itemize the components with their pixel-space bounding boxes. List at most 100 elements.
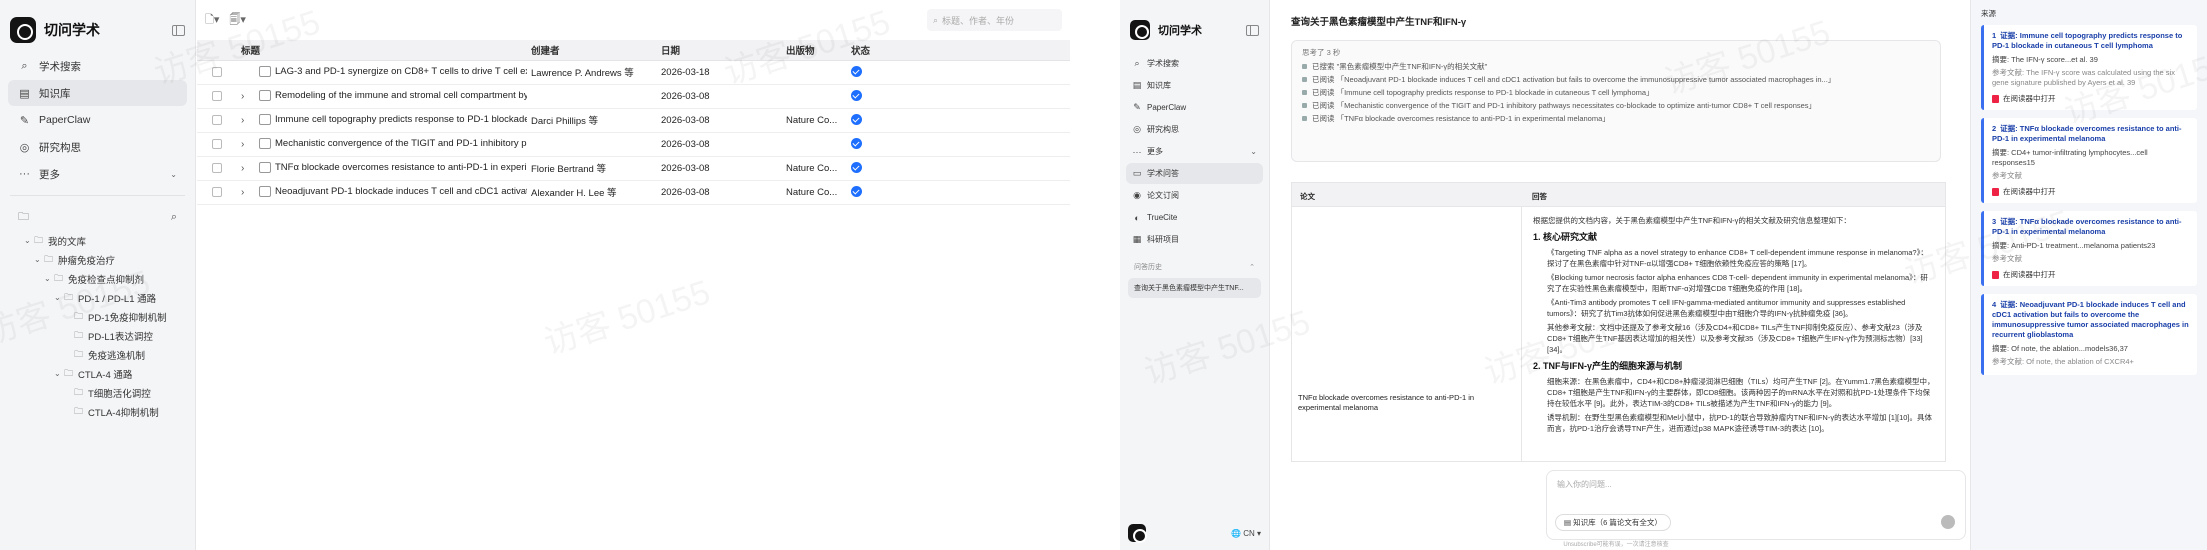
- table-row[interactable]: › Mechanistic convergence of the TIGIT an…: [197, 132, 1070, 157]
- tree-folder[interactable]: 🗀 CTLA-4抑制机制: [24, 402, 195, 421]
- nav-item-2[interactable]: ✎ PaperClaw: [1126, 97, 1263, 118]
- row-checkbox[interactable]: [212, 162, 222, 173]
- nav-item-4[interactable]: ··· 更多 ⌄: [1126, 141, 1263, 162]
- table-row[interactable]: › Immune cell topography predicts respons…: [197, 108, 1070, 133]
- tree-folder[interactable]: 🗀 PD-L1表达调控: [24, 326, 195, 345]
- nav-item-4[interactable]: ··· 更多 ⌄: [8, 161, 187, 187]
- knowledge-base-chip[interactable]: ▤ 知识库（6 篇论文有全文）: [1555, 514, 1671, 531]
- row-checkbox[interactable]: [212, 114, 222, 125]
- chevron-right-icon[interactable]: ›: [241, 91, 253, 102]
- tree-folder[interactable]: ⌄ 🗀 我的文库: [24, 231, 195, 250]
- source-reference: 参考文献: [1992, 171, 2022, 180]
- language-selector[interactable]: 🌐 CN ▾: [1231, 529, 1261, 538]
- tree-folder-label: T细胞活化调控: [88, 388, 151, 400]
- nav-item-3[interactable]: ◎ 研究构思: [1126, 119, 1263, 140]
- import-icon[interactable]: 🗐▾: [229, 11, 246, 30]
- chevron-right-icon[interactable]: ›: [241, 115, 253, 126]
- chevron-right-icon[interactable]: ›: [241, 139, 253, 150]
- source-card[interactable]: 3 证据: TNFα blockade overcomes resistance …: [1981, 211, 2197, 286]
- col-answer: 回答: [1532, 192, 1547, 201]
- nav-item-7[interactable]: ◐ TrueCite: [1126, 207, 1263, 228]
- tree-folder[interactable]: ⌄ 🗀 肿瘤免疫治疗: [24, 250, 195, 269]
- document-icon: [259, 90, 271, 102]
- row-checkbox[interactable]: [212, 186, 222, 197]
- add-document-icon[interactable]: 🗋▾: [205, 11, 219, 30]
- source-card[interactable]: 2 证据: TNFα blockade overcomes resistance …: [1981, 118, 2197, 203]
- table-row[interactable]: › Neoadjuvant PD-1 blockade induces T cel…: [197, 180, 1070, 205]
- source-number: 2: [1992, 124, 1997, 133]
- tree-folder[interactable]: 🗀 PD-1免疫抑制机制: [24, 307, 195, 326]
- col-creator[interactable]: 创建者: [527, 40, 657, 61]
- conversation-panel: 查询关于黑色素瘤模型中产生TNF和IFN-γ 思考了 3 秒 已搜索 "黑色素瘤…: [1271, 0, 1966, 550]
- nav-item-5[interactable]: ▭ 学术问答: [1126, 163, 1263, 184]
- question-input[interactable]: 输入你的问题... ▤ 知识库（6 篇论文有全文）: [1546, 470, 1966, 540]
- nav-item-0[interactable]: ⌕ 学术搜索: [1126, 53, 1263, 74]
- row-title[interactable]: Immune cell topography predicts response…: [275, 115, 527, 126]
- tree-folder[interactable]: 🗀 免疫逃逸机制: [24, 345, 195, 364]
- tree-folder[interactable]: 🗀 T细胞活化调控: [24, 383, 195, 402]
- row-title[interactable]: Mechanistic convergence of the TIGIT and…: [275, 139, 527, 150]
- status-check-icon: [851, 186, 862, 198]
- sidebar-collapse-icon[interactable]: [172, 24, 185, 36]
- tree-folder[interactable]: ⌄ 🗀 PD-1 / PD-L1 通路: [24, 288, 195, 307]
- nav-item-1[interactable]: ▤ 知识库: [8, 80, 187, 106]
- folder-icon: 🗀: [64, 367, 74, 378]
- toolbar: 🗋▾ 🗐▾ ⌕ 标题、作者、年份: [197, 0, 1070, 40]
- folder-icon[interactable]: 🗀: [18, 208, 29, 227]
- tree-folder-label: PD-L1表达调控: [88, 331, 153, 343]
- paper-title[interactable]: TNFα blockade overcomes resistance to an…: [1298, 393, 1498, 413]
- nav-item-3[interactable]: ◎ 研究构思: [8, 134, 187, 160]
- tree-folder[interactable]: ⌄ 🗀 免疫检查点抑制剂: [24, 269, 195, 288]
- chevron-down-icon: ⌄: [24, 236, 31, 245]
- send-button[interactable]: [1941, 515, 1955, 529]
- row-title[interactable]: TNFα blockade overcomes resistance to an…: [275, 163, 527, 174]
- chevron-right-icon[interactable]: ›: [241, 163, 253, 174]
- thinking-panel[interactable]: 思考了 3 秒 已搜索 "黑色素瘤模型中产生TNF和IFN-γ的相关文献" 已阅读…: [1291, 40, 1941, 162]
- row-checkbox[interactable]: [212, 90, 222, 101]
- sidebar-collapse-icon[interactable]: [1246, 24, 1259, 36]
- open-in-reader-link[interactable]: 在阅读器中打开: [1992, 187, 2189, 197]
- col-date[interactable]: 日期: [657, 40, 782, 61]
- source-summary: 摘要: Of note, the ablation...models36,37: [1992, 344, 2128, 353]
- nav-item-6[interactable]: ◉ 论文订阅: [1126, 185, 1263, 206]
- nav-item-0[interactable]: ⌕ 学术搜索: [8, 53, 187, 79]
- divider: [10, 195, 185, 196]
- col-title[interactable]: 标题: [237, 40, 527, 61]
- chevron-right-icon[interactable]: ›: [241, 187, 253, 198]
- table-row[interactable]: LAG-3 and PD-1 synergize on CD8+ T cells…: [197, 60, 1070, 85]
- tree-folder[interactable]: ⌄ 🗀 CTLA-4 通路: [24, 364, 195, 383]
- source-summary: 摘要: CD4+ tumor-infiltrating lymphocytes.…: [1992, 148, 2148, 167]
- document-icon: [259, 138, 271, 150]
- source-card[interactable]: 4 证据: Neoadjuvant PD-1 blockade induces T…: [1981, 294, 2197, 375]
- status-check-icon: [851, 66, 862, 78]
- history-item[interactable]: 查询关于黑色素瘤模型中产生TNF...: [1128, 278, 1261, 298]
- search-icon[interactable]: ⌕: [171, 211, 177, 224]
- cite-icon: ◐: [1134, 212, 1140, 223]
- history-header: 问答历史 ⌃: [1120, 262, 1269, 272]
- answer-intro: 根据您提供的文档内容，关于黑色素瘤模型中产生TNF和IFN-γ的相关文献及研究信…: [1533, 216, 1851, 225]
- nav-item-1[interactable]: ▤ 知识库: [1126, 75, 1263, 96]
- row-checkbox[interactable]: [212, 66, 222, 77]
- nav-item-2[interactable]: ✎ PaperClaw: [8, 107, 187, 133]
- answer-item: 其他参考文献：文档中还提及了参考文献16（涉及CD4+和CD8+ TILs产生T…: [1547, 323, 1923, 354]
- search-input[interactable]: ⌕ 标题、作者、年份: [927, 9, 1062, 31]
- table-row[interactable]: › Remodeling of the immune and stromal ce…: [197, 84, 1070, 109]
- table-row[interactable]: › TNFα blockade overcomes resistance to a…: [197, 156, 1070, 181]
- source-title: 1 证据: Immune cell topography predicts res…: [1992, 31, 2189, 51]
- row-title[interactable]: Neoadjuvant PD-1 blockade induces T cell…: [275, 187, 527, 198]
- book-icon: ▤: [19, 87, 30, 100]
- nav-item-8[interactable]: ▦ 科研项目: [1126, 229, 1263, 250]
- tree-folder-label: CTLA-4抑制机制: [88, 407, 159, 419]
- row-title[interactable]: Remodeling of the immune and stromal cel…: [275, 91, 527, 102]
- source-card[interactable]: 1 证据: Immune cell topography predicts res…: [1981, 25, 2197, 110]
- open-in-reader-link[interactable]: 在阅读器中打开: [1992, 94, 2189, 104]
- col-status[interactable]: 状态: [847, 40, 887, 61]
- source-number: 3: [1992, 217, 1997, 226]
- open-in-reader-link[interactable]: 在阅读器中打开: [1992, 270, 2189, 280]
- row-checkbox[interactable]: [212, 138, 222, 149]
- tree-folder-label: 肿瘤免疫治疗: [58, 255, 116, 267]
- row-title[interactable]: LAG-3 and PD-1 synergize on CD8+ T cells…: [275, 67, 527, 78]
- project-icon: ▦: [1132, 234, 1142, 244]
- chevron-up-icon[interactable]: ⌃: [1249, 263, 1255, 271]
- col-publication[interactable]: 出版物: [782, 40, 847, 61]
